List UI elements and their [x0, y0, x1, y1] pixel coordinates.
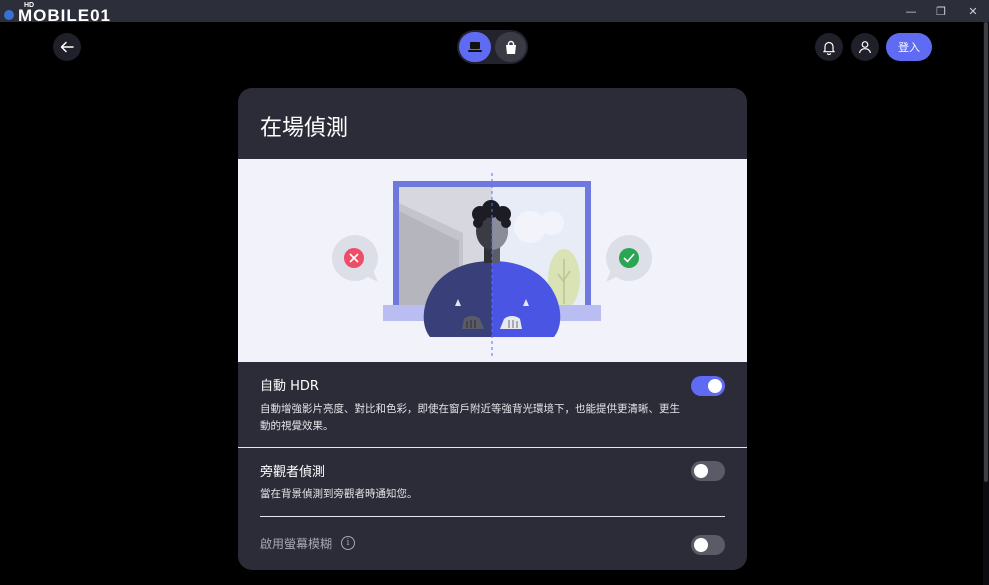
- arrow-left-icon: [60, 41, 74, 53]
- hd-badge-icon: [4, 10, 14, 20]
- toggle-knob: [694, 464, 708, 478]
- page-title: 在場偵測: [260, 116, 349, 141]
- scrollbar-thumb[interactable]: [984, 22, 988, 482]
- shopping-bag-icon: [505, 40, 516, 54]
- auto-hdr-title: 自動 HDR: [260, 379, 319, 394]
- auto-hdr-description: 自動增強影片亮度、對比和色彩，即使在窗戶附近等強背光環境下，也能提供更清晰、更生…: [260, 403, 680, 432]
- screen-blur-title: 啟用螢幕模糊: [260, 537, 333, 551]
- restore-button[interactable]: ❐: [925, 0, 957, 22]
- back-button[interactable]: [53, 33, 81, 61]
- sub-divider: [260, 516, 725, 517]
- title-bar: HD MOBILE01 — ❐ ✕: [0, 0, 989, 25]
- bystander-detection-toggle[interactable]: [691, 461, 725, 481]
- laptop-mode-button[interactable]: [459, 32, 491, 62]
- shop-mode-button[interactable]: [495, 32, 526, 62]
- account-button[interactable]: [851, 33, 879, 61]
- presence-illustration: [238, 159, 747, 362]
- section-divider: [238, 447, 747, 448]
- auto-hdr-toggle[interactable]: [691, 376, 725, 396]
- info-icon[interactable]: i: [341, 536, 355, 550]
- toggle-knob: [694, 538, 708, 552]
- app-bar: 登入: [0, 22, 989, 72]
- presence-detection-card: 在場偵測 自動 HDR 自動增強影片亮度、對比和色彩，即使在窗戶附近等強背光環境…: [238, 88, 747, 570]
- login-button[interactable]: 登入: [886, 33, 932, 61]
- toggle-knob: [708, 379, 722, 393]
- screen-blur-toggle[interactable]: [691, 535, 725, 555]
- user-icon: [858, 41, 872, 54]
- mode-switch: [457, 30, 528, 64]
- bystander-detection-title: 旁觀者偵測: [260, 465, 326, 480]
- close-button[interactable]: ✕: [957, 0, 989, 22]
- scrollbar[interactable]: [983, 22, 989, 585]
- bystander-detection-description: 當在背景偵測到旁觀者時通知您。: [260, 488, 418, 500]
- laptop-icon: [468, 42, 482, 52]
- minimize-button[interactable]: —: [895, 0, 927, 22]
- bell-icon: [823, 41, 835, 55]
- logo-hd-text: HD: [24, 2, 35, 9]
- illustration-graphic: [332, 173, 652, 359]
- notifications-button[interactable]: [815, 33, 843, 61]
